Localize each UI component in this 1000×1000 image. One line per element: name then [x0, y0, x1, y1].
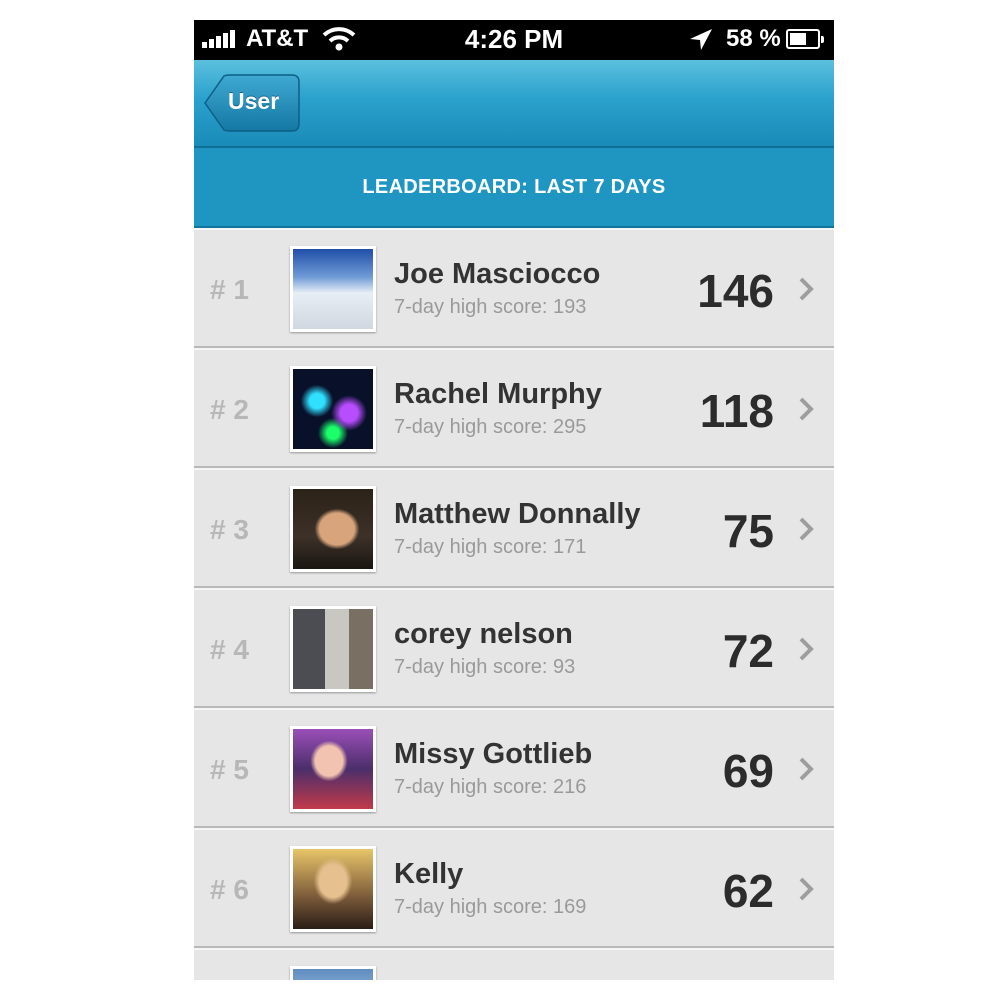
avatar-photo	[293, 489, 373, 569]
back-button[interactable]: User	[204, 74, 300, 132]
battery-icon	[786, 29, 824, 49]
avatar-photo	[293, 369, 373, 449]
phone-screen: AT&T 4:26 PM 58 % User LEADERBOARD: LAST…	[194, 20, 834, 980]
leaderboard-header: LEADERBOARD: LAST 7 DAYS	[194, 148, 834, 228]
rank-label: # 4	[210, 634, 249, 665]
high-score-subtitle: 7-day high score: 169	[394, 896, 587, 918]
status-bar: AT&T 4:26 PM 58 %	[194, 20, 834, 60]
leaderboard-row[interactable]: # 6 Kelly 7-day high score: 169 62	[194, 828, 834, 948]
avatar	[290, 606, 376, 692]
avatar-photo	[293, 729, 373, 809]
leaderboard-row[interactable]: # 5 Missy Gottlieb 7-day high score: 216…	[194, 708, 834, 828]
leaderboard-row-partial[interactable]	[194, 948, 834, 980]
leaderboard-row[interactable]: # 1 Joe Masciocco 7-day high score: 193 …	[194, 228, 834, 348]
high-score-subtitle: 7-day high score: 93	[394, 656, 576, 678]
rank-label: # 6	[210, 874, 249, 905]
avatar	[290, 246, 376, 332]
rank-label: # 3	[210, 514, 249, 545]
player-name: Joe Masciocco	[394, 258, 601, 290]
rank-label: # 1	[210, 274, 249, 305]
score-value: 62	[722, 865, 774, 917]
chevron-right-icon	[799, 517, 814, 541]
battery-percent: 58 %	[726, 25, 781, 52]
rank-label: # 5	[210, 754, 249, 785]
chevron-right-icon	[799, 757, 814, 781]
score-value: 118	[699, 385, 774, 437]
location-arrow-icon	[690, 29, 712, 50]
leaderboard-title: LEADERBOARD: LAST 7 DAYS	[362, 176, 666, 198]
chevron-right-icon	[799, 397, 814, 421]
avatar	[290, 846, 376, 932]
score-value: 146	[697, 265, 774, 317]
score-value: 75	[722, 505, 774, 557]
player-name: Matthew Donnally	[394, 498, 641, 530]
avatar-photo	[293, 249, 373, 329]
player-name: corey nelson	[394, 618, 573, 650]
chevron-right-icon	[799, 637, 814, 661]
navigation-bar: User	[194, 60, 834, 148]
avatar	[290, 366, 376, 452]
back-button-label: User	[228, 88, 280, 114]
avatar	[290, 726, 376, 812]
high-score-subtitle: 7-day high score: 216	[394, 776, 587, 798]
leaderboard-row[interactable]: # 2 Rachel Murphy 7-day high score: 295 …	[194, 348, 834, 468]
high-score-subtitle: 7-day high score: 295	[394, 416, 587, 438]
high-score-subtitle: 7-day high score: 193	[394, 296, 587, 318]
avatar-photo	[293, 969, 373, 980]
score-value: 72	[722, 625, 774, 677]
leaderboard-row[interactable]: # 4 corey nelson 7-day high score: 93 72	[194, 588, 834, 708]
avatar-photo	[293, 609, 373, 689]
avatar	[290, 966, 376, 980]
chevron-right-icon	[799, 277, 814, 301]
score-value: 69	[722, 745, 774, 797]
player-name: Missy Gottlieb	[394, 738, 593, 770]
chevron-right-icon	[799, 877, 814, 901]
avatar-photo	[293, 849, 373, 929]
high-score-subtitle: 7-day high score: 171	[394, 536, 587, 558]
avatar	[290, 486, 376, 572]
rank-label: # 2	[210, 394, 249, 425]
leaderboard-list: # 1 Joe Masciocco 7-day high score: 193 …	[194, 228, 834, 980]
leaderboard-row[interactable]: # 3 Matthew Donnally 7-day high score: 1…	[194, 468, 834, 588]
player-name: Kelly	[394, 858, 464, 890]
player-name: Rachel Murphy	[394, 378, 602, 410]
